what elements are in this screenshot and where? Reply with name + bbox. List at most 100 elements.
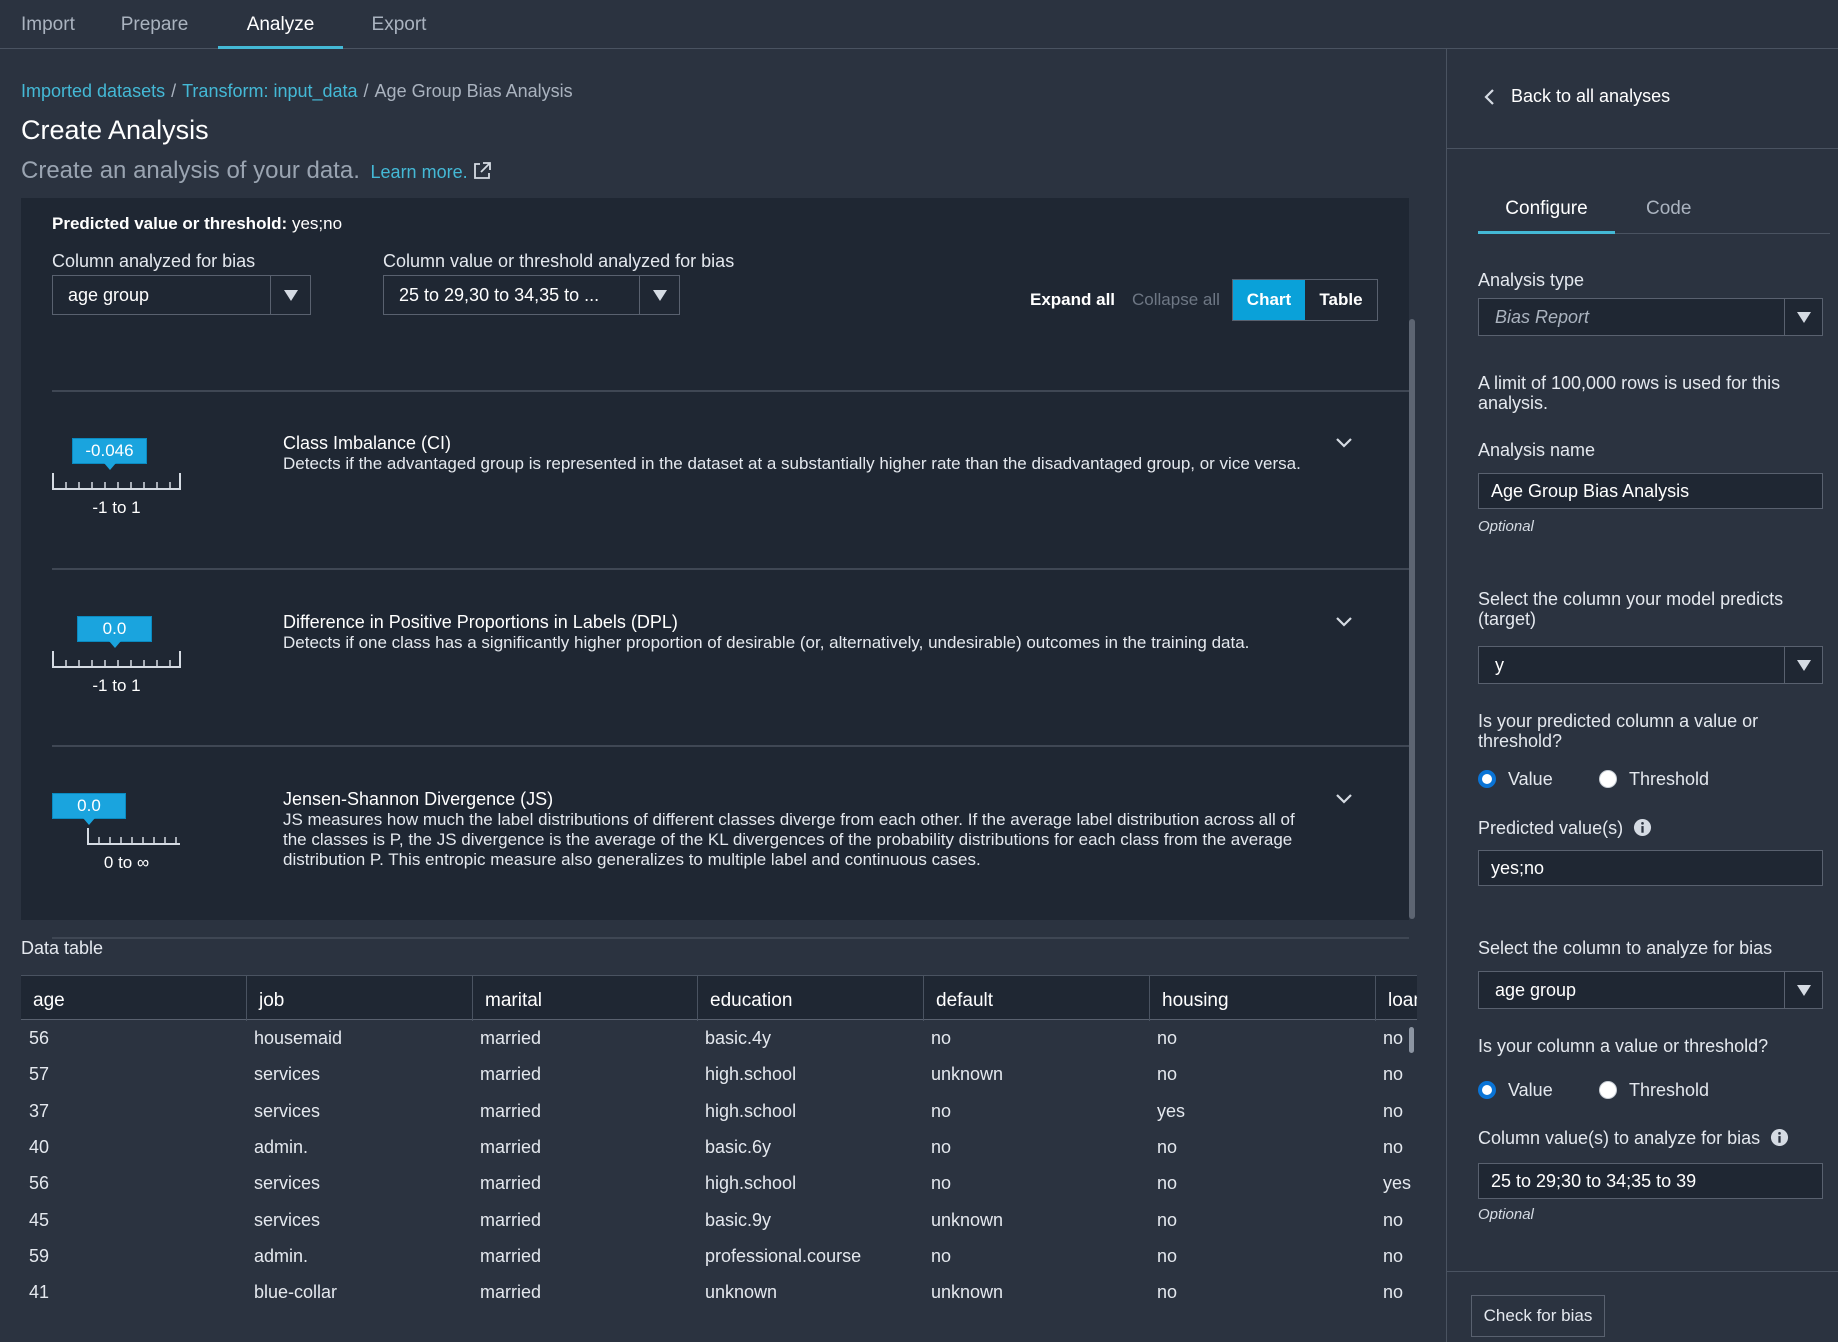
table-row[interactable]: 59 admin. married professional.course no no no xyxy=(21,1239,1417,1275)
table-row[interactable]: 40 admin. married basic.6y no no no xyxy=(21,1130,1417,1166)
bias-report-panel: Predicted value or threshold: yes;no Col… xyxy=(21,198,1409,939)
caret-down-icon xyxy=(270,276,310,314)
divider xyxy=(52,745,1409,747)
cell-marital: married xyxy=(480,1028,542,1048)
cell-education: basic.9y xyxy=(705,1209,772,1230)
cell-marital: married xyxy=(480,1100,542,1121)
predicted-values-input[interactable]: yes;no xyxy=(1478,850,1823,886)
bias-column-select[interactable]: age group xyxy=(1478,971,1823,1009)
radio-unselected[interactable] xyxy=(1599,1081,1617,1099)
predicted-threshold-radio[interactable]: Threshold xyxy=(1599,767,1709,791)
info-icon[interactable] xyxy=(1633,818,1652,837)
column-header-education[interactable]: education xyxy=(698,976,924,1021)
learn-more-text: Learn more. xyxy=(370,162,468,182)
breadcrumb-imported-datasets[interactable]: Imported datasets xyxy=(21,81,165,101)
breadcrumb: Imported datasets / Transform: input_data /… xyxy=(21,81,573,102)
predicted-value-radio[interactable]: Value xyxy=(1478,767,1553,791)
column-analyzed-value: age group xyxy=(68,284,150,305)
bias-value-radio[interactable]: Value xyxy=(1478,1078,1553,1102)
tab-import[interactable]: Import xyxy=(21,0,91,48)
expand-all-button[interactable]: Expand all xyxy=(1030,290,1115,310)
tab-configure[interactable]: Configure xyxy=(1478,198,1615,234)
cell-marital: married xyxy=(480,1245,542,1266)
cell-default: no xyxy=(931,1136,952,1157)
cell-housing: no xyxy=(1157,1282,1178,1303)
column-header-housing[interactable]: housing xyxy=(1150,976,1376,1021)
column-threshold-label: Column value or threshold analyzed for b… xyxy=(383,251,735,271)
table-row[interactable]: 56 services married high.school no no yes xyxy=(21,1166,1417,1202)
column-threshold-value: 25 to 29,30 to 34,35 to ... xyxy=(399,284,600,305)
column-header-loan[interactable]: loan xyxy=(1376,976,1417,1021)
breadcrumb-current: Age Group Bias Analysis xyxy=(374,81,573,101)
radio-selected[interactable] xyxy=(1478,770,1496,788)
radio-selected[interactable] xyxy=(1478,1081,1496,1099)
table-row[interactable]: 37 services married high.school no yes no xyxy=(21,1094,1417,1130)
table-row[interactable]: 56 housemaid married basic.4y no no no xyxy=(21,1021,1417,1057)
page-subtitle: Create an analysis of your data. Learn m… xyxy=(21,157,492,185)
column-header-job[interactable]: job xyxy=(247,976,473,1021)
metric-js-divergence: Jensen-Shannon Divergence (JS) JS measur… xyxy=(52,789,1409,959)
tab-export[interactable]: Export xyxy=(343,0,455,48)
table-row[interactable]: 45 services married basic.9y unknown no no xyxy=(21,1203,1417,1239)
analysis-name-input[interactable]: Age Group Bias Analysis xyxy=(1478,473,1823,509)
metric-name: Jensen-Shannon Divergence (JS) xyxy=(283,789,554,809)
cell-default: no xyxy=(931,1173,952,1194)
check-for-bias-button[interactable]: Check for bias xyxy=(1471,1295,1605,1337)
top-nav: Import Prepare Analyze Export xyxy=(0,0,1838,49)
column-header-default[interactable]: default xyxy=(924,976,1150,1021)
table-row[interactable]: 57 services married high.school unknown no no xyxy=(21,1057,1417,1093)
back-to-analyses-link[interactable]: Back to all analyses xyxy=(1483,86,1670,107)
learn-more-link[interactable]: Learn more. xyxy=(371,162,492,182)
cell-marital: married xyxy=(480,1282,542,1303)
target-column-select[interactable]: y xyxy=(1478,646,1823,684)
caret-down-icon xyxy=(639,276,679,314)
predicted-values-label: Predicted value(s) xyxy=(1478,818,1652,838)
bias-values-text: Column value(s) to analyze for bias xyxy=(1478,1128,1761,1148)
table-view-button[interactable]: Table xyxy=(1305,280,1377,320)
chevron-down-icon[interactable] xyxy=(1334,614,1354,630)
cell-marital: married xyxy=(480,1136,542,1157)
column-header-age[interactable]: age xyxy=(21,976,247,1021)
cell-marital: married xyxy=(480,1173,542,1194)
analysis-name-label: Analysis name xyxy=(1478,440,1596,460)
chevron-down-icon[interactable] xyxy=(1334,791,1354,807)
cell-education: unknown xyxy=(705,1282,778,1303)
column-analyzed-label: Column analyzed for bias xyxy=(52,251,256,271)
page-title: Create Analysis xyxy=(21,115,209,145)
cell-age: 45 xyxy=(29,1209,50,1230)
cell-education: professional.course xyxy=(705,1245,862,1266)
cell-loan: no xyxy=(1383,1064,1404,1085)
column-header-marital[interactable]: marital xyxy=(473,976,698,1021)
caret-down-icon xyxy=(1784,299,1822,335)
table-row[interactable]: 41 blue-collar married unknown unknown no no xyxy=(21,1275,1417,1311)
cell-education: high.school xyxy=(705,1173,797,1194)
chart-view-button[interactable]: Chart xyxy=(1233,280,1305,320)
info-icon[interactable] xyxy=(1770,1128,1789,1147)
chevron-down-icon[interactable] xyxy=(1334,435,1354,451)
bias-column-value: age group xyxy=(1495,979,1577,1000)
cell-housing: no xyxy=(1157,1173,1178,1194)
column-analyzed-select[interactable]: age group xyxy=(52,275,311,315)
divider xyxy=(1447,148,1838,149)
breadcrumb-transform[interactable]: Transform: input_data xyxy=(182,81,357,101)
bias-values-input[interactable]: 25 to 29;30 to 34;35 to 39 xyxy=(1478,1163,1823,1199)
report-scrollbar[interactable] xyxy=(1409,319,1415,919)
cell-loan: yes xyxy=(1383,1173,1412,1194)
column-threshold-select[interactable]: 25 to 29,30 to 34,35 to ... xyxy=(383,275,680,315)
cell-job: blue-collar xyxy=(254,1282,338,1303)
tab-analyze[interactable]: Analyze xyxy=(218,0,343,49)
predicted-kind-label: Is your predicted column a value or thre… xyxy=(1478,711,1759,751)
target-column-value: y xyxy=(1495,654,1504,675)
tab-prepare[interactable]: Prepare xyxy=(91,0,218,48)
optional-hint: Optional xyxy=(1478,1206,1534,1223)
tab-code[interactable]: Code xyxy=(1646,198,1691,220)
data-table: age job marital education default housin… xyxy=(21,975,1417,1342)
table-vertical-scrollbar[interactable] xyxy=(1409,1027,1414,1053)
cell-housing: yes xyxy=(1157,1100,1186,1121)
collapse-all-button[interactable]: Collapse all xyxy=(1132,290,1220,310)
analysis-type-select[interactable]: Bias Report xyxy=(1478,298,1823,336)
bias-threshold-radio[interactable]: Threshold xyxy=(1599,1078,1709,1102)
cell-housing: no xyxy=(1157,1245,1178,1266)
radio-unselected[interactable] xyxy=(1599,770,1617,788)
data-table-title: Data table xyxy=(21,938,104,958)
